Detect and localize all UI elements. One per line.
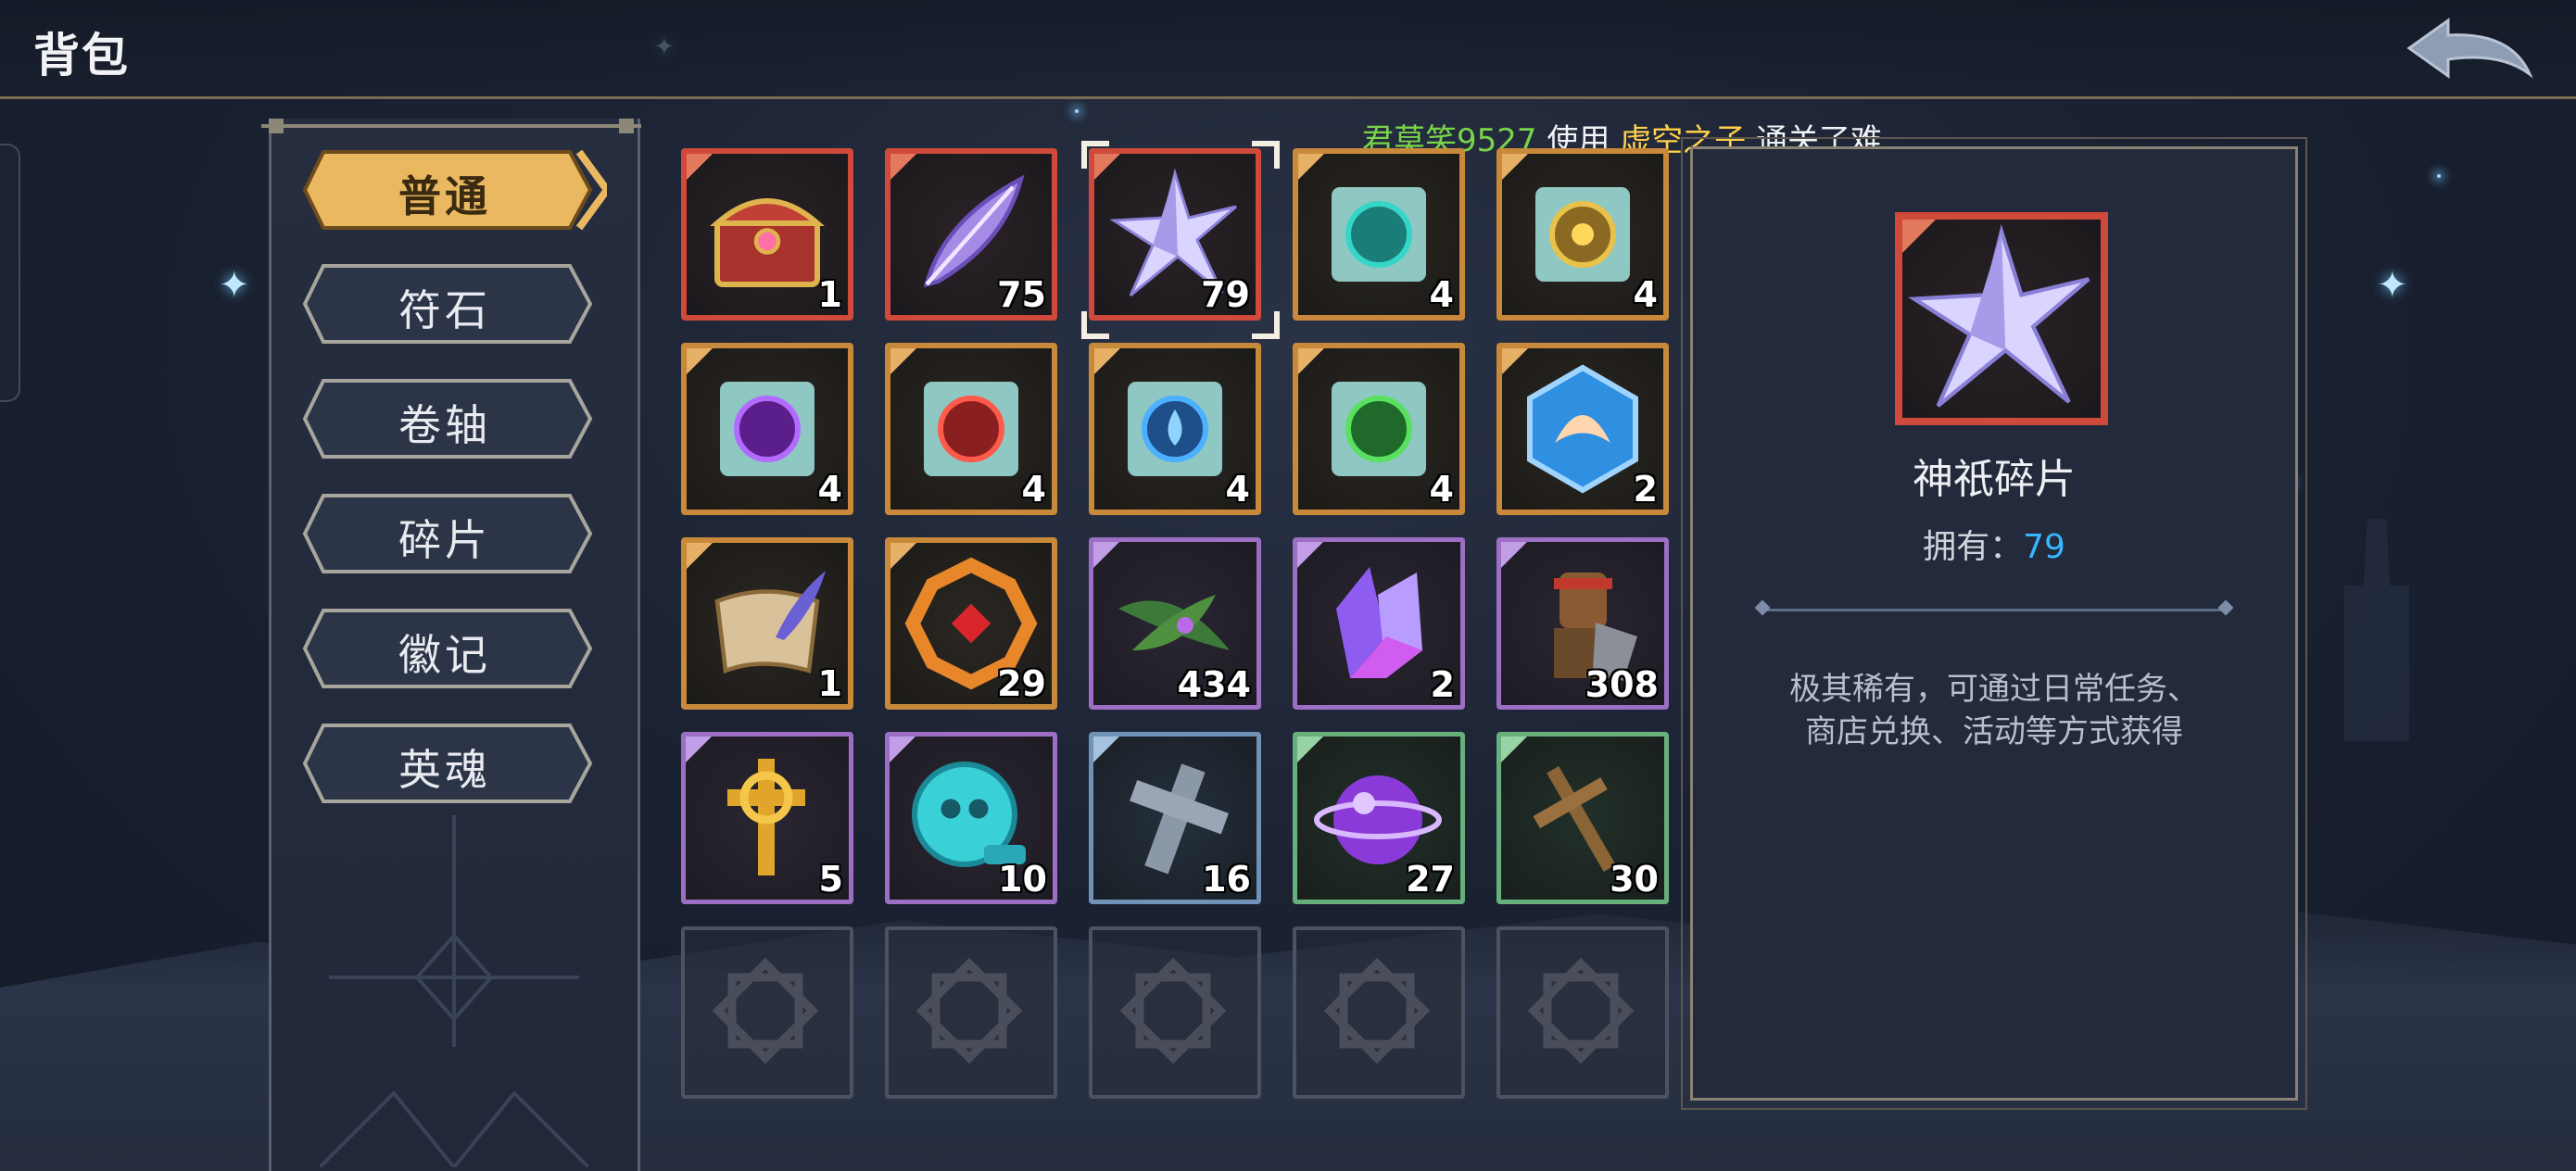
item-quantity: 1 [817, 274, 842, 315]
item-quantity: 1 [817, 663, 842, 704]
tab-emblem[interactable]: 徽记 [301, 607, 593, 690]
empty-slot-icon [1511, 941, 1650, 1080]
item-quantity: 4 [1633, 274, 1658, 315]
back-arrow-icon [2406, 18, 2533, 79]
tab-label: 徽记 [398, 630, 491, 680]
treasure-chest-icon [698, 165, 837, 304]
green-leaf-rune-scroll-icon [1309, 359, 1448, 498]
item-quantity: 5 [818, 859, 843, 900]
item-quantity: 30 [1610, 859, 1659, 900]
back-button[interactable] [2400, 15, 2539, 82]
inventory-slot[interactable]: 2 [1293, 537, 1465, 710]
inventory-slot[interactable]: 434 [1089, 537, 1261, 710]
inventory-grid: 1 75 79 4 4 4 4 4 4 2 1 29 434 2 308 5 10 16 27 30 [681, 141, 1673, 1112]
item-quantity: 308 [1585, 664, 1659, 705]
item-quantity: 2 [1430, 664, 1455, 705]
sparkle-icon: ✦ [219, 264, 250, 307]
item-quantity: 75 [997, 274, 1046, 315]
tab-scroll[interactable]: 卷轴 [301, 377, 593, 460]
tab-label: 普通 [398, 171, 491, 221]
inventory-slot[interactable]: 4 [681, 343, 853, 515]
inventory-slot[interactable]: 10 [885, 732, 1057, 904]
page-title: 背包 [33, 29, 130, 82]
quill-scroll-icon [698, 554, 837, 693]
purple-rune-scroll-icon [698, 359, 837, 498]
inventory-slot[interactable]: 1 [681, 148, 853, 321]
detail-owned: 拥有：79 [1693, 520, 2295, 568]
empty-inventory-slot [885, 926, 1057, 1099]
inventory-slot[interactable]: 4 [1496, 148, 1669, 321]
empty-inventory-slot [1089, 926, 1261, 1099]
top-bar [0, 0, 2576, 96]
item-quantity: 434 [1177, 664, 1251, 705]
sparkle-icon: ✦ [2377, 264, 2408, 307]
item-quantity: 4 [1225, 469, 1250, 510]
item-quantity: 4 [817, 469, 842, 510]
tab-hero-soul[interactable]: 英魂 [301, 722, 593, 805]
inventory-slot[interactable]: 2 [1496, 343, 1669, 515]
tab-label: 英魂 [398, 745, 491, 795]
item-quantity: 2 [1633, 469, 1658, 510]
inventory-slot[interactable]: 30 [1496, 732, 1669, 904]
purple-crystal-cluster-icon [1308, 553, 1447, 692]
inventory-slot[interactable]: 16 [1089, 732, 1261, 904]
empty-inventory-slot [1496, 926, 1669, 1099]
sidebar-ornament [320, 815, 588, 1167]
teal-rune-scroll-icon [1309, 165, 1448, 304]
inventory-slot[interactable]: 27 [1293, 732, 1465, 904]
inventory-slot[interactable]: 29 [885, 537, 1057, 710]
item-quantity: 4 [1429, 274, 1454, 315]
inventory-slot[interactable]: 308 [1496, 537, 1669, 710]
golden-cross-icon [697, 748, 836, 887]
sidebar-top-rail [243, 119, 660, 133]
empty-slot-icon [1104, 941, 1243, 1080]
tab-label: 符石 [398, 285, 491, 335]
inventory-slot[interactable]: 4 [885, 343, 1057, 515]
tab-label: 碎片 [398, 515, 491, 565]
tab-fragment[interactable]: 碎片 [301, 492, 593, 575]
inventory-slot[interactable]: 4 [1089, 343, 1261, 515]
item-quantity: 4 [1429, 469, 1454, 510]
inventory-slot[interactable]: 4 [1293, 148, 1465, 321]
detail-item-frame [1895, 212, 2108, 425]
red-flame-rune-scroll-icon [902, 359, 1041, 498]
top-bar-divider [0, 96, 2576, 99]
description-line: 商店兑换、活动等方式获得 [1805, 713, 2183, 750]
item-detail-panel: 神祇碎片 拥有：79 极其稀有，可通过日常任务、 商店兑换、活动等方式获得 [1681, 137, 2307, 1110]
item-quantity: 29 [997, 663, 1046, 704]
side-drawer-handle[interactable] [0, 144, 20, 402]
item-quantity: 27 [1406, 859, 1455, 900]
item-quantity: 79 [1201, 274, 1250, 315]
blue-phoenix-emblem-icon [1513, 359, 1652, 498]
tab-runestone[interactable]: 符石 [301, 262, 593, 346]
item-quantity: 10 [998, 859, 1047, 900]
inventory-slot[interactable]: 75 [885, 148, 1057, 321]
empty-slot-icon [1307, 941, 1446, 1080]
detail-description: 极其稀有，可通过日常任务、 商店兑换、活动等方式获得 [1749, 668, 2240, 753]
detail-item-name: 神祇碎片 [1913, 456, 2076, 503]
blue-water-rune-scroll-icon [1105, 359, 1244, 498]
item-quantity: 16 [1202, 859, 1251, 900]
empty-inventory-slot [681, 926, 853, 1099]
inventory-slot[interactable]: 4 [1293, 343, 1465, 515]
description-line: 极其稀有，可通过日常任务、 [1789, 671, 2199, 708]
crystal-star-shard-icon [1908, 223, 2090, 408]
empty-slot-icon [900, 941, 1039, 1080]
inventory-slot[interactable]: 79 [1081, 141, 1280, 339]
gold-sun-rune-scroll-icon [1513, 165, 1652, 304]
castle-silhouette [2344, 519, 2409, 741]
item-quantity: 4 [1021, 469, 1046, 510]
empty-slot-icon [696, 941, 835, 1080]
empty-inventory-slot [1293, 926, 1465, 1099]
tab-label: 卷轴 [398, 400, 491, 450]
tab-normal[interactable]: 普通 [301, 148, 607, 232]
inventory-slot[interactable]: 1 [681, 537, 853, 710]
detail-divider [1762, 609, 2226, 611]
inventory-slot[interactable]: 5 [681, 732, 853, 904]
owned-label: 拥有： [1923, 528, 2024, 566]
owned-count: 79 [2023, 528, 2065, 566]
